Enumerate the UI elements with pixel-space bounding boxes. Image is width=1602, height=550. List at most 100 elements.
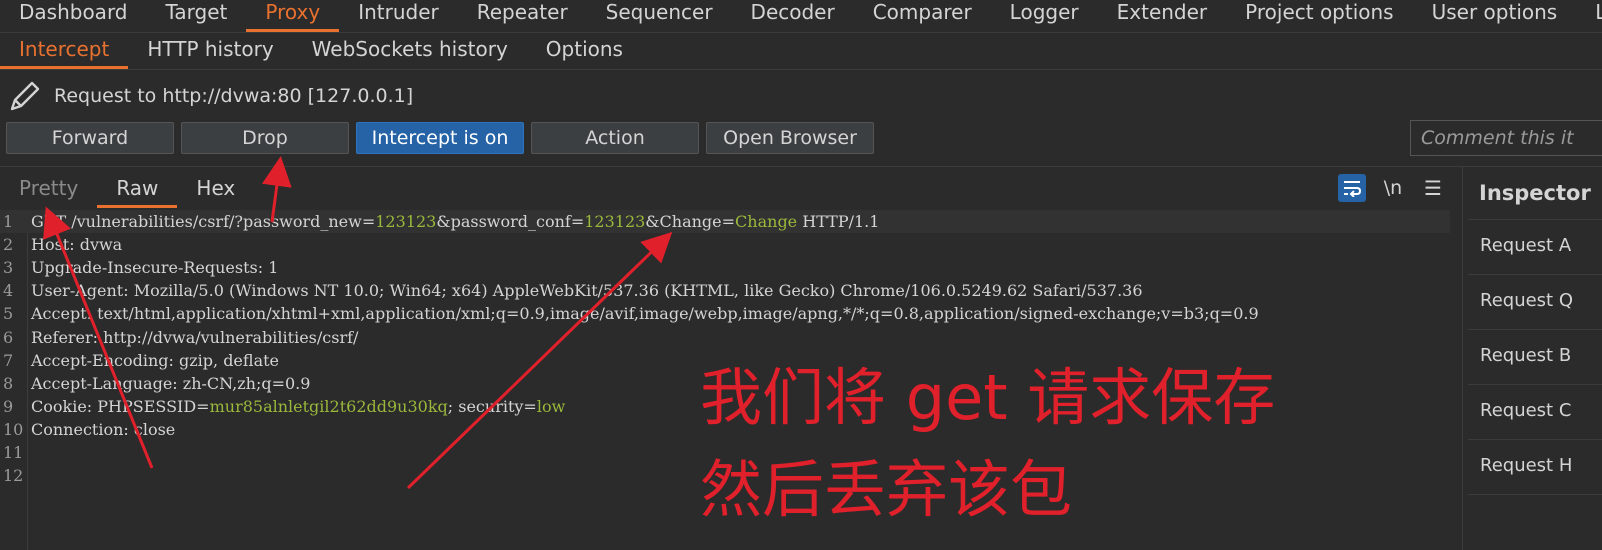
param-value: 123123 xyxy=(375,212,437,231)
drop-button[interactable]: Drop xyxy=(181,122,349,154)
inspector-panel: Inspector Request A Request Q Request B Req… xyxy=(1462,167,1602,550)
line-number: 10 xyxy=(3,419,24,439)
request-target-line: Request to http://dvwa:80 [127.0.0.1] xyxy=(8,78,413,114)
line-number: 1 xyxy=(3,212,14,231)
code-text: Connection: close xyxy=(31,419,176,439)
line-code: Accept-Encoding: gzip, deflate xyxy=(31,349,279,372)
request-line: 5 Accept: text/html,application/xhtml+xml… xyxy=(0,302,1450,325)
line-number: 5 xyxy=(3,304,14,324)
request-line: 4 User-Agent: Mozilla/5.0 (Windows NT 10.… xyxy=(0,279,1450,302)
code-text: &Change= xyxy=(645,212,736,231)
line-number: 11 xyxy=(3,443,24,462)
comment-input[interactable]: Comment this it xyxy=(1410,120,1602,156)
param-value: Change xyxy=(735,212,798,231)
tab-decoder[interactable]: Decoder xyxy=(732,1,854,32)
request-line: 3 Upgrade-Insecure-Requests: 1 xyxy=(0,256,1450,279)
line-number: 3 xyxy=(3,258,14,278)
line-number: 7 xyxy=(3,350,14,370)
inspector-divider xyxy=(1468,274,1602,275)
tab-lea[interactable]: Lea xyxy=(1576,1,1602,32)
tab-proxy[interactable]: Proxy xyxy=(246,1,340,32)
editor-tab-pretty[interactable]: Pretty xyxy=(0,177,97,208)
tab-sequencer[interactable]: Sequencer xyxy=(587,1,732,32)
line-number: 8 xyxy=(3,373,14,393)
inspector-section-1[interactable]: Request A xyxy=(1480,235,1571,256)
intercept-toggle-button[interactable]: Intercept is on xyxy=(356,122,524,154)
editor-tab-raw[interactable]: Raw xyxy=(97,177,178,208)
line-code: Connection: close xyxy=(31,418,175,441)
inspector-divider xyxy=(1468,384,1602,385)
inspector-divider xyxy=(1468,329,1602,330)
subtab-http-history[interactable]: HTTP history xyxy=(128,38,292,69)
tab-target[interactable]: Target xyxy=(147,1,247,32)
code-text: User-Agent: Mozilla/5.0 (Windows NT 10.0… xyxy=(31,281,1143,301)
inspector-section-4[interactable]: Request C xyxy=(1480,400,1571,421)
line-code: Accept: text/html,application/xhtml+xml,… xyxy=(31,302,1259,325)
param-value: mur85alnletgil2t62dd9u30kq xyxy=(209,396,448,416)
line-code: Accept-Language: zh-CN,zh;q=0.9 xyxy=(31,372,310,395)
line-number: 9 xyxy=(3,396,14,416)
annotation-text-line1: 我们将 get 请求保存 xyxy=(700,361,1276,434)
line-number: 2 xyxy=(3,235,14,255)
inspector-section-5[interactable]: Request H xyxy=(1480,455,1572,476)
request-target-text: Request to http://dvwa:80 [127.0.0.1] xyxy=(54,85,414,107)
tab-extender[interactable]: Extender xyxy=(1098,1,1227,32)
line-code: Host: dvwa xyxy=(31,233,122,256)
open-browser-button[interactable]: Open Browser xyxy=(706,122,874,154)
line-code: User-Agent: Mozilla/5.0 (Windows NT 10.0… xyxy=(31,279,1143,302)
line-code: GET /vulnerabilities/csrf/?password_new=… xyxy=(31,210,879,233)
inspector-title: Inspector xyxy=(1479,181,1591,205)
code-text: Host: dvwa xyxy=(31,235,123,255)
line-code: Upgrade-Insecure-Requests: 1 xyxy=(31,256,278,279)
code-text: Accept-Language: zh-CN,zh;q=0.9 xyxy=(31,373,311,393)
annotation-text-line2: 然后丢弃该包 xyxy=(700,453,1073,526)
wrap-lines-icon[interactable] xyxy=(1338,174,1366,202)
editor-tab-hex[interactable]: Hex xyxy=(177,177,254,208)
code-text: &password_conf= xyxy=(436,212,585,231)
inspector-divider xyxy=(1468,439,1602,440)
code-text: HTTP/1.1 xyxy=(797,212,880,231)
request-line: 6 Referer: http://dvwa/vulnerabilities/cs… xyxy=(0,326,1450,349)
tab-dashboard[interactable]: Dashboard xyxy=(0,1,147,32)
code-text: ; security= xyxy=(447,396,537,416)
intercept-toolbar: Forward Drop Intercept is on Action Open… xyxy=(6,122,874,154)
param-value: 123123 xyxy=(584,212,646,231)
tab-intruder[interactable]: Intruder xyxy=(339,1,458,32)
inspector-section-3[interactable]: Request B xyxy=(1480,345,1571,366)
inspector-divider xyxy=(1468,219,1602,220)
code-text: Accept: text/html,application/xhtml+xml,… xyxy=(31,304,1259,324)
line-code: Referer: http://dvwa/vulnerabilities/csr… xyxy=(31,326,358,349)
subtab-options[interactable]: Options xyxy=(527,38,642,69)
forward-button[interactable]: Forward xyxy=(6,122,174,154)
editor-toolbar: \n ☰ xyxy=(1338,174,1446,202)
action-button[interactable]: Action xyxy=(531,122,699,154)
show-newlines-icon[interactable]: \n xyxy=(1380,177,1406,199)
code-text: Cookie: PHPSESSID= xyxy=(31,396,210,416)
inspector-divider xyxy=(1468,494,1602,495)
pencil-icon xyxy=(10,81,40,111)
line-number: 4 xyxy=(3,281,14,301)
request-line: 2 Host: dvwa xyxy=(0,233,1450,256)
code-text: GET /vulnerabilities/csrf/?password_new= xyxy=(31,212,376,231)
line-number: 6 xyxy=(3,327,14,347)
code-text: Upgrade-Insecure-Requests: 1 xyxy=(31,258,279,278)
tab-comparer[interactable]: Comparer xyxy=(854,1,991,32)
tab-project-options[interactable]: Project options xyxy=(1226,1,1412,32)
tab-repeater[interactable]: Repeater xyxy=(458,1,587,32)
line-code: Cookie: PHPSESSID=mur85alnletgil2t62dd9u… xyxy=(31,395,565,418)
param-value: low xyxy=(536,396,566,416)
subtab-websockets-history[interactable]: WebSockets history xyxy=(293,38,527,69)
hamburger-menu-icon[interactable]: ☰ xyxy=(1420,176,1446,200)
request-line: 1 GET /vulnerabilities/csrf/?password_new… xyxy=(0,210,1450,233)
tab-user-options[interactable]: User options xyxy=(1413,1,1577,32)
code-text: Accept-Encoding: gzip, deflate xyxy=(31,350,280,370)
tab-logger[interactable]: Logger xyxy=(991,1,1098,32)
subtab-intercept[interactable]: Intercept xyxy=(0,38,129,69)
proxy-sub-tab-bar: Intercept HTTP history WebSockets history O… xyxy=(0,33,1602,70)
inspector-section-2[interactable]: Request Q xyxy=(1480,290,1573,311)
main-tab-bar: Dashboard Target Proxy Intruder Repeater Sequ… xyxy=(0,0,1602,33)
toolbar-divider xyxy=(0,166,1602,167)
message-view-tabs: Pretty Raw Hex xyxy=(0,170,254,208)
code-text: Referer: http://dvwa/vulnerabilities/csr… xyxy=(31,327,359,347)
line-number: 12 xyxy=(3,466,24,486)
